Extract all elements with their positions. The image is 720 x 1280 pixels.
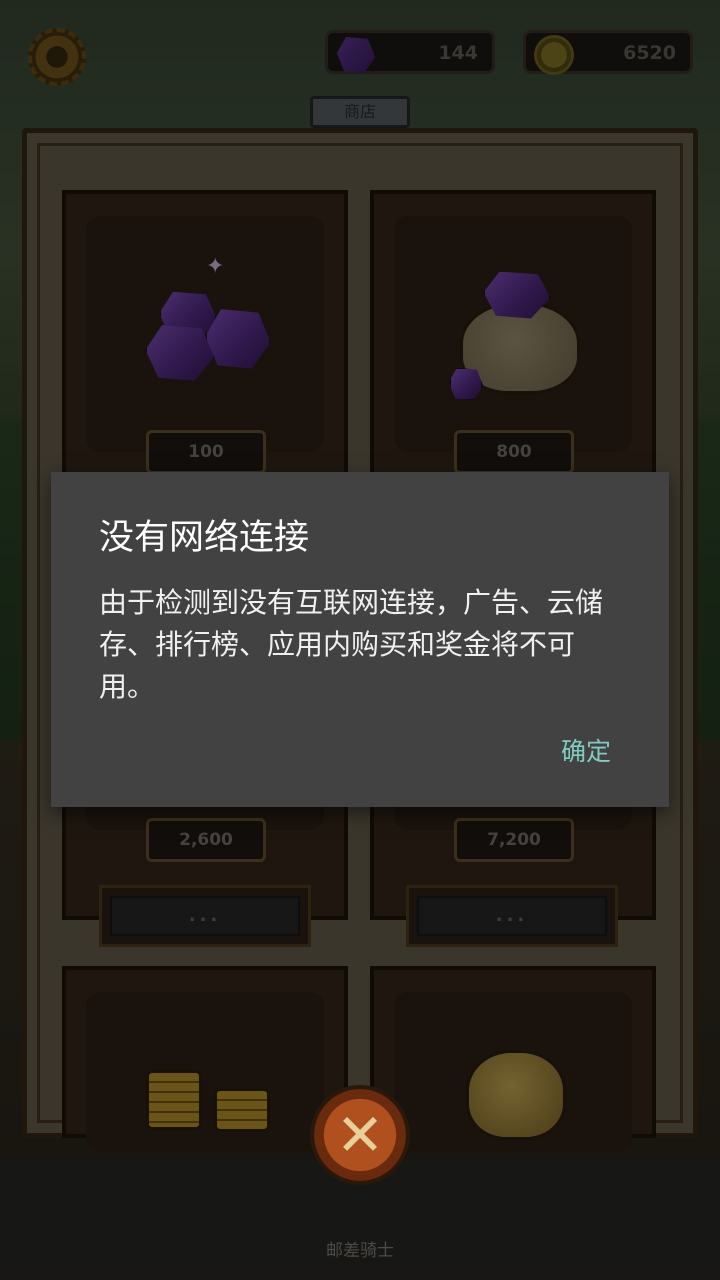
dialog-message: 由于检测到没有互联网连接，广告、云储存、排行榜、应用内购买和奖金将不可用。: [99, 586, 604, 703]
dialog-title: 没有网络连接: [99, 518, 310, 558]
close-button[interactable]: ✕: [310, 1085, 410, 1185]
game-title-label: 邮差骑士: [326, 1241, 394, 1261]
no-network-dialog: 没有网络连接 由于检测到没有互联网连接，广告、云储存、排行榜、应用内购买和奖金将…: [51, 472, 669, 807]
close-icon: ✕: [335, 1101, 385, 1169]
ok-button[interactable]: 确定: [561, 734, 611, 770]
